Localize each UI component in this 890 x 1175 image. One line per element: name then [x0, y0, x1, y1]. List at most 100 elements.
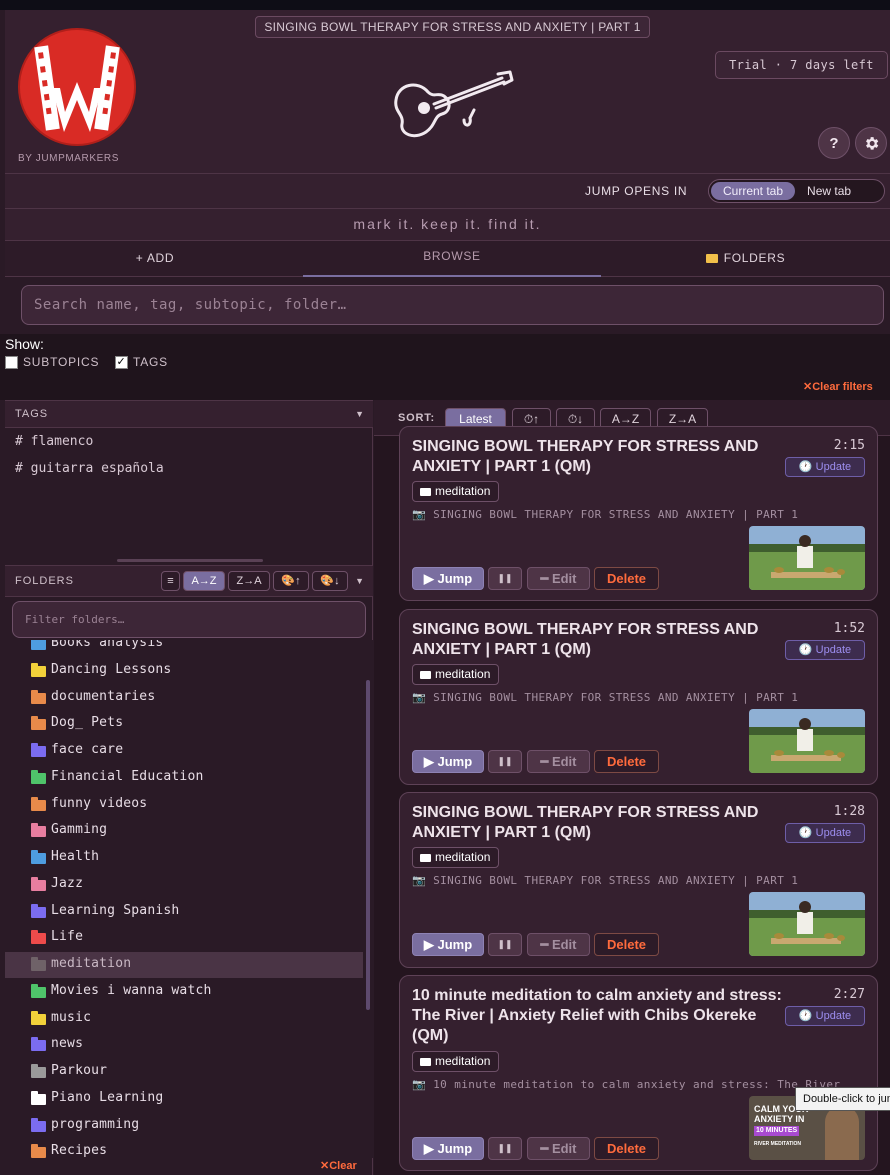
folder-item[interactable]: programming	[5, 1113, 363, 1139]
folder-name: music	[51, 1009, 92, 1025]
folder-icon	[31, 716, 46, 731]
delete-button[interactable]: Delete	[594, 750, 659, 773]
folder-sort-za[interactable]: Z→A	[228, 571, 270, 591]
folder-scrollbar-thumb[interactable]	[366, 680, 370, 1010]
marker-card[interactable]: SINGING BOWL THERAPY FOR STRESS AND ANXI…	[399, 426, 878, 601]
marker-folder-tag[interactable]: meditation	[412, 481, 500, 502]
folder-sort-color-up[interactable]: 🎨↑	[273, 571, 309, 591]
folder-item[interactable]: face care	[5, 738, 363, 764]
video-icon: 📷	[412, 508, 434, 521]
tags-section-header[interactable]: TAGS ▼	[5, 400, 373, 428]
delete-button[interactable]: Delete	[594, 567, 659, 590]
folder-item[interactable]: Parkour	[5, 1059, 363, 1085]
tag-item[interactable]: # guitarra española	[15, 461, 164, 476]
folder-item[interactable]: Dancing Lessons	[5, 658, 363, 684]
folder-item[interactable]: Recipes	[5, 1139, 363, 1158]
jump-button[interactable]: ▶ Jump	[412, 1137, 484, 1160]
update-button[interactable]: 🕐 Update	[785, 823, 865, 843]
update-button[interactable]: 🕐 Update	[785, 640, 865, 660]
folder-name: Learning Spanish	[51, 902, 180, 918]
current-tab-option[interactable]: Current tab	[711, 182, 796, 200]
folder-name: Movies i wanna watch	[51, 982, 212, 998]
folder-name: documentaries	[51, 688, 156, 704]
tags-checkbox[interactable]: ✓	[115, 355, 128, 369]
jump-button[interactable]: ▶ Jump	[412, 933, 484, 956]
delete-button[interactable]: Delete	[594, 933, 659, 956]
marker-duration: 2:27	[833, 987, 865, 1002]
folder-item[interactable]: Dog_ Pets	[5, 711, 363, 737]
folder-item[interactable]: Health	[5, 845, 363, 871]
video-thumbnail[interactable]	[749, 892, 865, 956]
subtopics-toggle[interactable]: SUBTOPICS	[5, 355, 99, 369]
pause-button[interactable]: ❚❚	[488, 750, 522, 773]
marker-title: SINGING BOWL THERAPY FOR STRESS AND ANXI…	[412, 621, 759, 658]
marker-card[interactable]: SINGING BOWL THERAPY FOR STRESS AND ANXI…	[399, 792, 878, 968]
video-thumbnail[interactable]	[749, 709, 865, 773]
folder-item[interactable]: funny videos	[5, 792, 363, 818]
tab-browse[interactable]: BROWSE	[303, 241, 601, 277]
new-tab-option[interactable]: New tab	[795, 182, 863, 200]
folder-item[interactable]: Movies i wanna watch	[5, 979, 363, 1005]
jump-button[interactable]: ▶ Jump	[412, 750, 484, 773]
marker-card[interactable]: 10 minute meditation to calm anxiety and…	[399, 975, 878, 1171]
folder-icon	[705, 254, 718, 263]
edit-button[interactable]: ━ Edit	[527, 933, 590, 956]
marker-title: SINGING BOWL THERAPY FOR STRESS AND ANXI…	[412, 804, 759, 841]
folder-item[interactable]: Jazz	[5, 872, 363, 898]
tags-toggle[interactable]: ✓ TAGS	[115, 355, 168, 369]
folder-filter-input[interactable]	[12, 601, 366, 638]
chevron-down-icon[interactable]: ▼	[355, 566, 365, 596]
settings-button[interactable]	[855, 127, 887, 159]
edit-button[interactable]: ━ Edit	[527, 1137, 590, 1160]
jump-button[interactable]: ▶ Jump	[412, 567, 484, 590]
tab-folders[interactable]: FOLDERS	[601, 241, 890, 277]
pause-button[interactable]: ❚❚	[488, 933, 522, 956]
folder-icon	[31, 1010, 46, 1025]
tab-folders-label: FOLDERS	[723, 251, 786, 265]
logo-byline: BY JUMPMARKERS	[18, 153, 120, 164]
folder-sort-color-down[interactable]: 🎨↓	[312, 571, 348, 591]
update-button[interactable]: 🕐 Update	[785, 457, 865, 477]
marker-folder-tag[interactable]: meditation	[412, 664, 500, 685]
update-button[interactable]: 🕐 Update	[785, 1006, 865, 1026]
clear-filters-button[interactable]: ✕Clear filters	[803, 380, 873, 393]
jump-target-toggle: Current tab New tab	[708, 179, 885, 203]
pause-button[interactable]: ❚❚	[488, 567, 522, 590]
search-input[interactable]	[21, 285, 884, 325]
help-button[interactable]: ?	[818, 127, 850, 159]
subtopics-checkbox[interactable]	[5, 355, 18, 369]
edit-button[interactable]: ━ Edit	[527, 750, 590, 773]
tab-add[interactable]: + ADD	[5, 241, 305, 277]
folder-item[interactable]: Books analysis	[5, 640, 363, 657]
marker-card[interactable]: SINGING BOWL THERAPY FOR STRESS AND ANXI…	[399, 609, 878, 785]
folder-item[interactable]: documentaries	[5, 685, 363, 711]
folder-icon	[31, 640, 46, 650]
folder-sort-az[interactable]: A→Z	[183, 571, 225, 591]
folder-item[interactable]: news	[5, 1032, 363, 1058]
clear-folder-button[interactable]: ✕Clear	[320, 1159, 357, 1172]
video-thumbnail[interactable]	[749, 526, 865, 590]
folder-icon	[31, 930, 46, 945]
chevron-down-icon[interactable]: ▼	[355, 401, 365, 427]
tagline: mark it. keep it. find it.	[5, 209, 890, 241]
tags-section-title: TAGS	[15, 408, 49, 420]
edit-button[interactable]: ━ Edit	[527, 567, 590, 590]
thumbnail-text: ANXIETY IN	[754, 1114, 805, 1124]
clock-icon: 🕐	[798, 644, 816, 656]
folder-item[interactable]: music	[5, 1006, 363, 1032]
delete-button[interactable]: Delete	[594, 1137, 659, 1160]
folder-item[interactable]: Financial Education	[5, 765, 363, 791]
help-icon: ?	[829, 134, 839, 152]
folder-name: news	[51, 1036, 84, 1052]
pause-button[interactable]: ❚❚	[488, 1137, 522, 1160]
folder-item[interactable]: Gamming	[5, 818, 363, 844]
folder-item[interactable]: meditation	[5, 952, 363, 978]
panel-resize-handle[interactable]	[117, 559, 263, 562]
marker-folder-tag[interactable]: meditation	[412, 1051, 500, 1072]
marker-folder-tag[interactable]: meditation	[412, 847, 500, 868]
folder-sort-manual[interactable]: ≡	[161, 571, 180, 591]
folder-item[interactable]: Piano Learning	[5, 1086, 363, 1112]
tag-item[interactable]: # flamenco	[15, 434, 93, 449]
folder-item[interactable]: Learning Spanish	[5, 899, 363, 925]
folder-item[interactable]: Life	[5, 925, 363, 951]
